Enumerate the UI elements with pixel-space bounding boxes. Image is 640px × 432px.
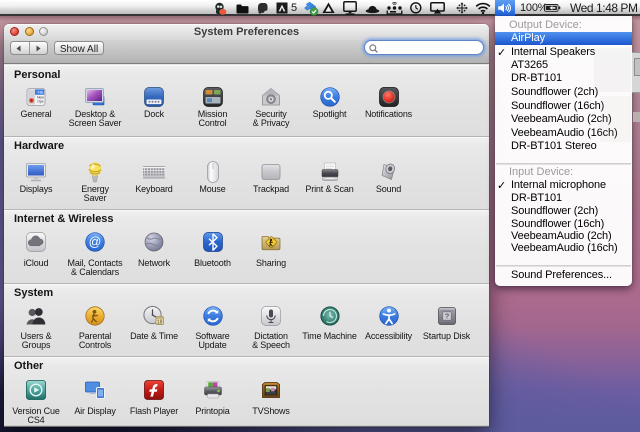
svg-text:?: ? — [444, 312, 449, 321]
svg-text:File: File — [38, 90, 44, 94]
svg-text:@: @ — [89, 235, 102, 249]
svg-text:Ope: Ope — [37, 100, 44, 104]
svg-text:18: 18 — [157, 319, 163, 325]
